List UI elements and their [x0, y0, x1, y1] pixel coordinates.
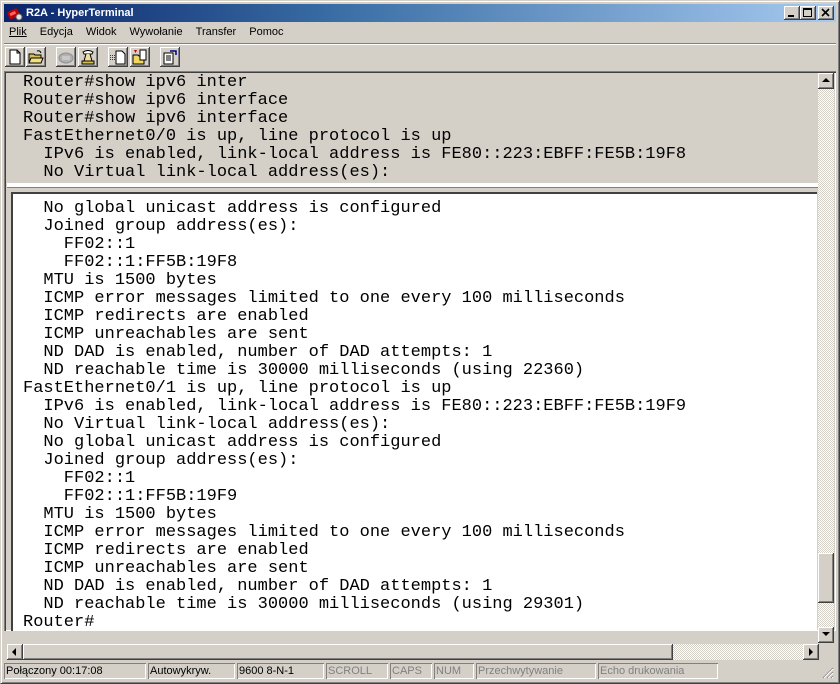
- vertical-scroll-thumb[interactable]: [818, 552, 834, 603]
- resize-grip-icon[interactable]: [822, 667, 834, 679]
- toolbar: [4, 43, 836, 70]
- hyperterminal-window: R2A - HyperTerminal Plik Edycja Widok Wy…: [0, 0, 840, 684]
- menu-bar: Plik Edycja Widok Wywołanie Transfer Pom…: [4, 23, 289, 42]
- scroll-left-button[interactable]: [7, 644, 23, 660]
- hyperterminal-app-icon: [7, 8, 23, 21]
- title-bar[interactable]: R2A - HyperTerminal: [4, 4, 836, 22]
- window-title: R2A - HyperTerminal: [26, 7, 134, 19]
- horizontal-scrollbar[interactable]: [7, 644, 819, 660]
- arrow-right-icon: [809, 648, 813, 656]
- status-capture: Przechwytywanie: [476, 663, 596, 679]
- disconnect-button[interactable]: [78, 47, 98, 67]
- menu-plik[interactable]: Plik: [4, 23, 32, 42]
- send-file-icon: [110, 50, 126, 65]
- backscroll-divider[interactable]: [7, 183, 818, 188]
- status-port-settings: 9600 8-N-1: [237, 663, 324, 679]
- backscroll-text: Router#show ipv6 inter Router#show ipv6 …: [23, 73, 687, 182]
- maximize-button[interactable]: [800, 6, 816, 20]
- connect-phone-icon: [58, 52, 74, 64]
- status-bar: Połączony 00:17:08 Autowykryw. 9600 8-N-…: [4, 662, 836, 681]
- minimize-icon: [788, 15, 794, 17]
- menu-widok[interactable]: Widok: [81, 23, 122, 42]
- properties-button[interactable]: [160, 47, 180, 67]
- scroll-right-button[interactable]: [803, 644, 819, 660]
- menu-pomoc[interactable]: Pomoc: [244, 23, 288, 42]
- new-connection-button[interactable]: [5, 47, 25, 67]
- properties-icon: [163, 50, 177, 65]
- status-caps: CAPS: [390, 663, 432, 679]
- maximize-icon: [803, 8, 812, 17]
- arrow-left-icon: [12, 648, 16, 656]
- backscroll-buffer[interactable]: Router#show ipv6 inter Router#show ipv6 …: [7, 73, 818, 183]
- vertical-scrollbar[interactable]: [818, 73, 834, 643]
- new-document-icon: [9, 49, 21, 65]
- open-folder-icon: [28, 50, 44, 64]
- close-button[interactable]: [818, 6, 834, 20]
- status-num: NUM: [434, 663, 474, 679]
- send-button[interactable]: [108, 47, 128, 67]
- receive-file-icon: [132, 49, 147, 65]
- terminal-screen[interactable]: No global unicast address is configured …: [11, 192, 817, 632]
- menu-edycja[interactable]: Edycja: [35, 23, 78, 42]
- status-connection: Połączony 00:17:08: [4, 663, 146, 679]
- menu-transfer[interactable]: Transfer: [191, 23, 242, 42]
- arrow-up-icon: [822, 78, 830, 82]
- minimize-button[interactable]: [784, 6, 800, 20]
- status-print-echo: Echo drukowania: [598, 663, 718, 679]
- status-scroll: SCROLL: [326, 663, 388, 679]
- menu-wywolanie[interactable]: Wywołanie: [125, 23, 188, 42]
- terminal-text: No global unicast address is configured …: [23, 199, 687, 632]
- disconnect-phone-icon: [81, 50, 95, 65]
- horizontal-scroll-thumb[interactable]: [23, 644, 673, 660]
- receive-button[interactable]: [130, 47, 150, 67]
- open-button[interactable]: [26, 47, 46, 67]
- status-detect: Autowykryw.: [148, 663, 235, 679]
- arrow-down-icon: [822, 632, 830, 636]
- scroll-up-button[interactable]: [818, 73, 834, 89]
- menu-plik-label: Plik: [9, 26, 27, 38]
- close-icon: [821, 8, 830, 17]
- connect-button[interactable]: [56, 47, 76, 67]
- scroll-down-button[interactable]: [818, 627, 834, 643]
